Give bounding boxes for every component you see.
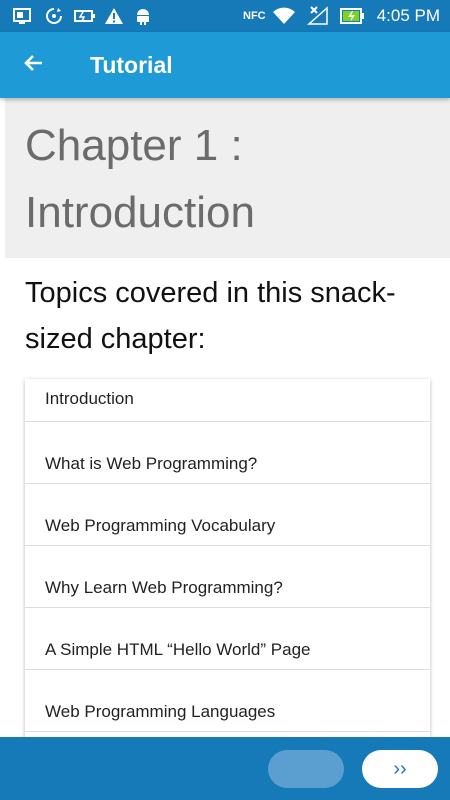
sync-icon bbox=[44, 6, 64, 26]
back-button[interactable] bbox=[14, 45, 54, 85]
no-signal-icon bbox=[306, 6, 328, 26]
app-bar: Tutorial bbox=[0, 32, 450, 98]
arrow-left-icon bbox=[22, 51, 46, 80]
status-bar: NFC 4:05 PM bbox=[0, 0, 450, 32]
next-button[interactable]: ›› bbox=[362, 750, 438, 788]
battery-saver-icon bbox=[74, 6, 96, 26]
topic-item-languages[interactable]: Web Programming Languages bbox=[25, 670, 430, 732]
double-chevron-right-icon: ›› bbox=[393, 757, 407, 780]
topic-item-label: What is Web Programming? bbox=[45, 454, 258, 473]
topic-item-label: Why Learn Web Programming? bbox=[45, 578, 283, 597]
chapter-title-line-2: Introduction bbox=[25, 188, 255, 237]
nfc-icon: NFC bbox=[243, 10, 266, 22]
topic-item-vocabulary[interactable]: Web Programming Vocabulary bbox=[25, 484, 430, 546]
topic-item-hello-world[interactable]: A Simple HTML “Hello World” Page bbox=[25, 608, 430, 670]
chapter-header: Chapter 1 : Introduction bbox=[5, 98, 450, 258]
previous-button[interactable]: ‹‹ bbox=[268, 750, 344, 788]
android-debug-icon bbox=[134, 6, 152, 26]
chapter-title: Chapter 1 : Introduction bbox=[25, 112, 435, 246]
double-chevron-left-icon: ‹‹ bbox=[299, 757, 313, 780]
topic-item-label: Web Programming Languages bbox=[45, 702, 276, 721]
topics-heading: Topics covered in this snack-sized chapt… bbox=[25, 277, 396, 355]
topic-item-label: Introduction bbox=[45, 389, 134, 408]
topic-item-label: Web Programming Vocabulary bbox=[45, 516, 276, 535]
status-time: 4:05 PM bbox=[376, 6, 440, 25]
topic-item-what-is-web-programming[interactable]: What is Web Programming? bbox=[25, 422, 430, 484]
topic-list: Introduction What is Web Programming? We… bbox=[25, 379, 430, 759]
screen-mirror-icon bbox=[12, 6, 32, 26]
topic-item-introduction[interactable]: Introduction bbox=[25, 379, 430, 422]
topic-item-why-learn[interactable]: Why Learn Web Programming? bbox=[25, 546, 430, 608]
battery-charging-icon bbox=[340, 6, 366, 26]
bottom-nav-bar: ‹‹ ›› bbox=[0, 737, 450, 800]
chapter-title-line-1: Chapter 1 : bbox=[25, 121, 243, 170]
topic-item-label: A Simple HTML “Hello World” Page bbox=[45, 640, 311, 659]
app-title: Tutorial bbox=[90, 52, 173, 78]
wifi-icon bbox=[272, 6, 296, 26]
warning-icon bbox=[104, 6, 124, 26]
